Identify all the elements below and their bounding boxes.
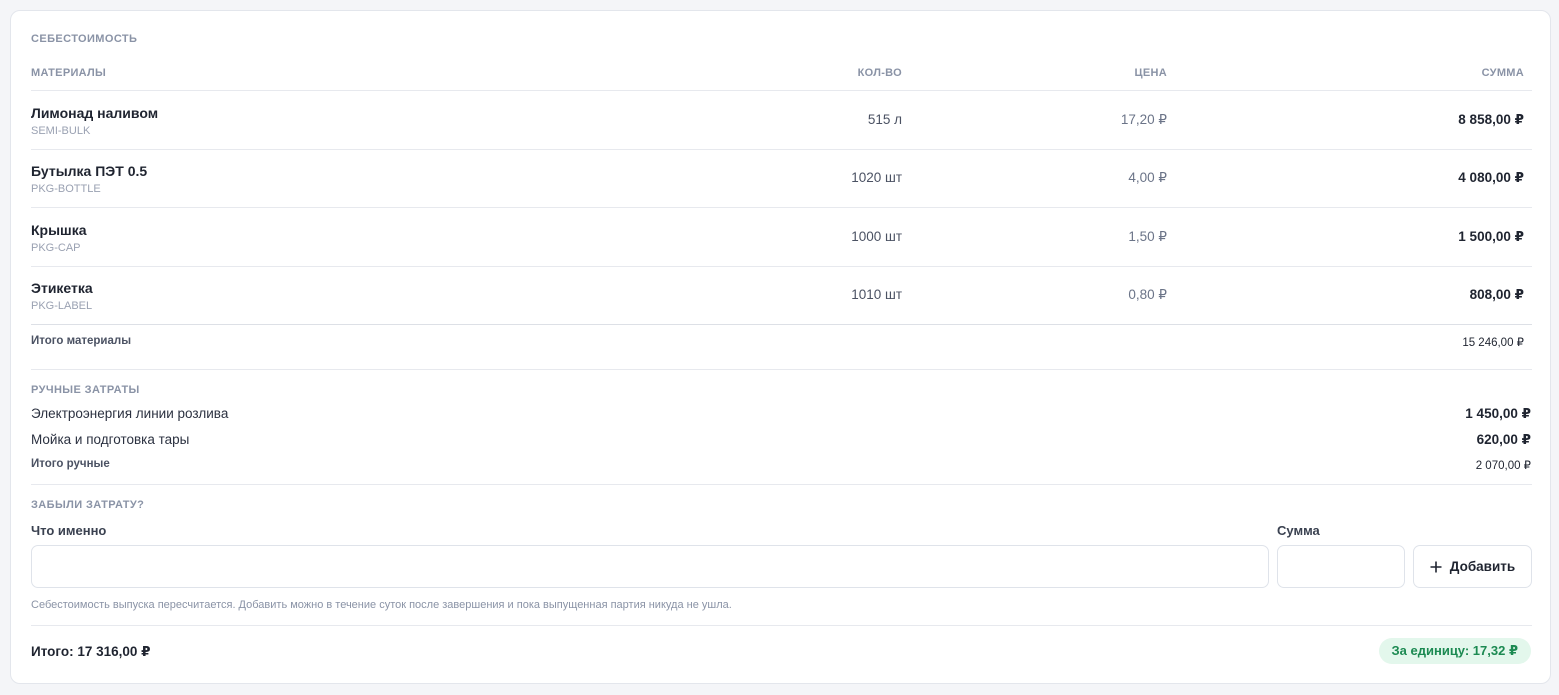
material-sum: 8 858,00 ₽ [1458, 112, 1524, 127]
footer-divider [31, 625, 1532, 626]
material-price: 17,20 ₽ [1120, 112, 1167, 127]
material-name: Крышка [31, 222, 87, 238]
materials-total-value: 15 246,00 ₽ [1462, 337, 1524, 349]
row-divider [31, 266, 1532, 267]
material-name: Бутылка ПЭТ 0.5 [31, 163, 148, 179]
material-qty: 515 л [867, 112, 902, 127]
cost-card: СЕБЕСТОИМОСТЬ МАТЕРИАЛЫ КОЛ-ВО ЦЕНА СУММ… [10, 10, 1551, 684]
manual-cost-label: Электроэнергия линии розлива [31, 406, 229, 421]
material-qty: 1020 шт [851, 170, 902, 185]
per-unit-badge: За единицу: 17,32 ₽ [1378, 638, 1531, 664]
material-price: 4,00 ₽ [1128, 170, 1167, 185]
material-price: 1,50 ₽ [1128, 229, 1167, 244]
column-header-materials: МАТЕРИАЛЫ [31, 67, 107, 79]
add-cost-button-label: Добавить [1449, 559, 1516, 574]
plus-icon [1430, 561, 1442, 572]
section-divider [31, 484, 1532, 485]
material-sum: 1 500,00 ₽ [1458, 229, 1524, 244]
row-divider [31, 324, 1532, 325]
what-input[interactable] [31, 545, 1269, 588]
grand-total: Итого: 17 316,00 ₽ [31, 644, 151, 659]
material-qty: 1000 шт [851, 229, 902, 244]
manual-total-value: 2 070,00 ₽ [1475, 460, 1531, 472]
manual-total-label: Итого ручные [31, 458, 110, 470]
material-sku: SEMI-BULK [31, 125, 91, 137]
material-qty: 1010 шт [851, 287, 902, 302]
column-header-price: ЦЕНА [1134, 67, 1167, 79]
section-title-forgot: ЗАБЫЛИ ЗАТРАТУ? [31, 499, 145, 511]
manual-cost-value: 1 450,00 ₽ [1465, 406, 1531, 421]
recalc-hint: Себестоимость выпуска пересчитается. Доб… [31, 599, 732, 611]
material-name: Этикетка [31, 280, 93, 296]
row-divider [31, 149, 1532, 150]
column-header-qty: КОЛ-ВО [857, 67, 902, 79]
material-sum: 4 080,00 ₽ [1458, 170, 1524, 185]
materials-total-label: Итого материалы [31, 335, 132, 347]
manual-cost-label: Мойка и подготовка тары [31, 432, 190, 447]
section-title-manual: РУЧНЫЕ ЗАТРАТЫ [31, 384, 140, 396]
material-sku: PKG-BOTTLE [31, 183, 101, 195]
material-sku: PKG-CAP [31, 242, 81, 254]
material-name: Лимонад наливом [31, 105, 159, 121]
section-title-cost: СЕБЕСТОИМОСТЬ [31, 33, 138, 45]
section-divider [31, 369, 1532, 370]
row-divider [31, 207, 1532, 208]
material-price: 0,80 ₽ [1128, 287, 1167, 302]
what-field-label: Что именно [31, 523, 107, 538]
sum-field-label: Сумма [1277, 523, 1320, 538]
material-sku: PKG-LABEL [31, 300, 93, 312]
add-cost-button[interactable]: Добавить [1413, 545, 1532, 588]
manual-cost-value: 620,00 ₽ [1476, 432, 1531, 447]
header-divider [31, 90, 1532, 91]
material-sum: 808,00 ₽ [1469, 287, 1524, 302]
sum-input[interactable] [1277, 545, 1405, 588]
column-header-sum: СУММА [1481, 67, 1524, 79]
